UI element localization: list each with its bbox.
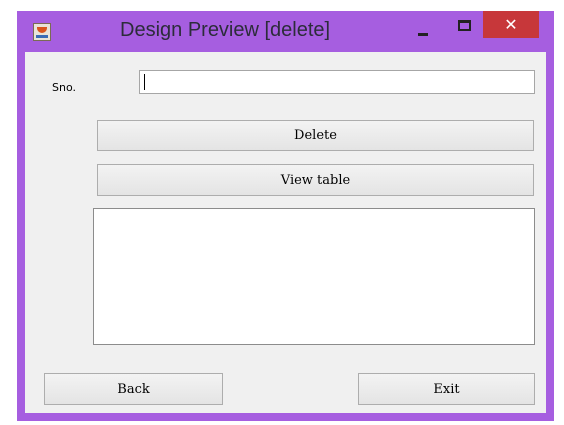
content-pane: Sno. Delete View table Back Exit [25, 52, 546, 413]
back-button[interactable]: Back [44, 373, 223, 405]
sno-input[interactable] [139, 70, 535, 94]
minimize-icon[interactable] [418, 33, 428, 36]
output-area[interactable] [93, 208, 535, 345]
window-title: Design Preview [delete] [120, 19, 331, 41]
exit-button[interactable]: Exit [358, 373, 535, 405]
close-icon: ✕ [504, 15, 518, 34]
delete-button[interactable]: Delete [97, 120, 534, 151]
desktop-background [0, 0, 16, 425]
view-table-button[interactable]: View table [97, 164, 534, 196]
maximize-icon[interactable] [458, 20, 471, 31]
app-window: Design Preview [delete] ✕ Sno. Delete Vi… [17, 11, 554, 421]
sno-label: Sno. [52, 81, 76, 94]
java-app-icon [33, 23, 51, 41]
title-bar[interactable]: Design Preview [delete] ✕ [17, 11, 554, 52]
text-caret [144, 74, 145, 90]
close-button[interactable]: ✕ [483, 11, 539, 38]
